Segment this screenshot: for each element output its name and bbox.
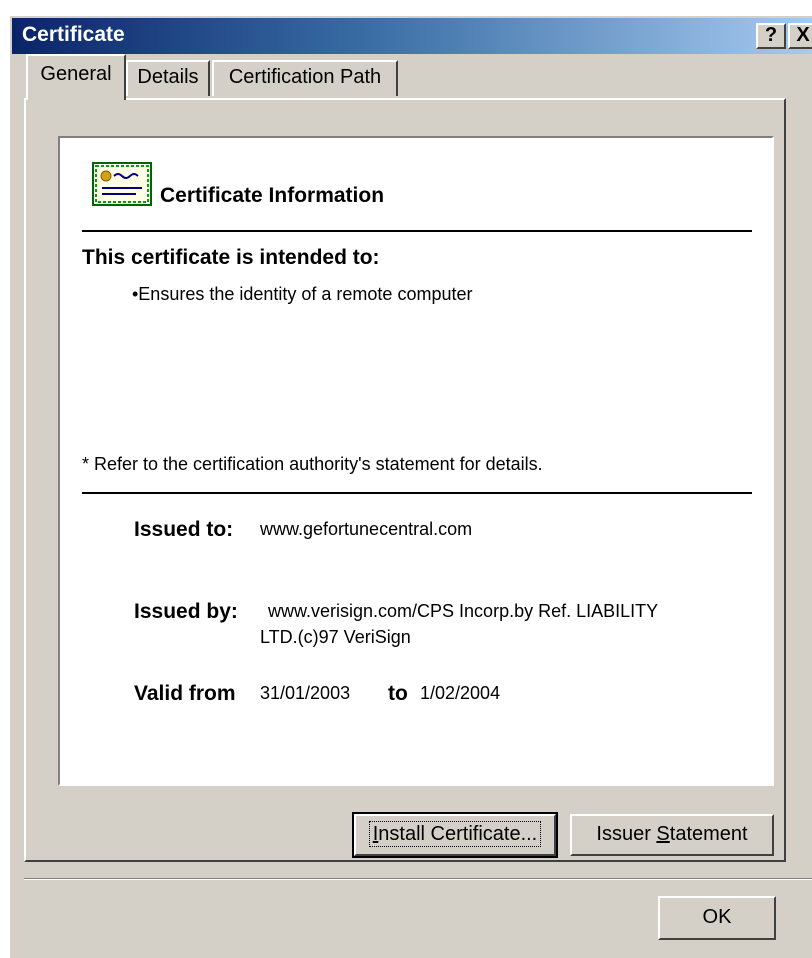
issued-by-value-line2: LTD.(c)97 VeriSign	[260, 627, 411, 647]
dialog-separator	[24, 878, 812, 880]
issued-to-value: www.gefortunecentral.com	[260, 519, 473, 539]
certificate-information-title: Certificate Information	[160, 184, 385, 207]
divider-bottom	[82, 492, 752, 494]
divider-top	[82, 230, 752, 232]
install-certificate-label: Install Certificate...	[368, 821, 542, 847]
tab-certification-path[interactable]: Certification Path	[212, 60, 398, 96]
certificate-info-box: Certificate Information This certificate…	[58, 136, 774, 786]
window-title: Certificate	[22, 23, 125, 46]
valid-to-label: to	[388, 682, 408, 705]
issuer-statement-label: Issuer Statement	[596, 823, 748, 845]
issued-by-value-line1: www.verisign.com/CPS Incorp.by Ref. LIAB…	[268, 601, 659, 621]
intended-heading: This certificate is intended to:	[82, 246, 380, 269]
install-certificate-button[interactable]: Install Certificate...	[352, 812, 558, 858]
title-bar[interactable]: Certificate ? X	[12, 18, 812, 54]
purpose-item: •Ensures the identity of a remote comput…	[132, 284, 473, 304]
issuer-statement-button[interactable]: Issuer Statement	[570, 814, 774, 856]
valid-from-value: 31/01/2003	[260, 683, 351, 703]
help-button[interactable]: ?	[756, 23, 786, 49]
issued-by-label: Issued by:	[134, 600, 238, 623]
valid-to-value: 1/02/2004	[420, 683, 501, 703]
close-button[interactable]: X	[788, 23, 812, 49]
issued-to-label: Issued to:	[134, 518, 234, 541]
refer-note: * Refer to the certification authority's…	[82, 454, 543, 474]
ok-button[interactable]: OK	[658, 896, 776, 940]
certificate-icon	[92, 162, 152, 206]
tab-general[interactable]: General	[26, 54, 126, 100]
valid-from-label: Valid from	[134, 682, 236, 705]
tab-details[interactable]: Details	[126, 60, 210, 96]
